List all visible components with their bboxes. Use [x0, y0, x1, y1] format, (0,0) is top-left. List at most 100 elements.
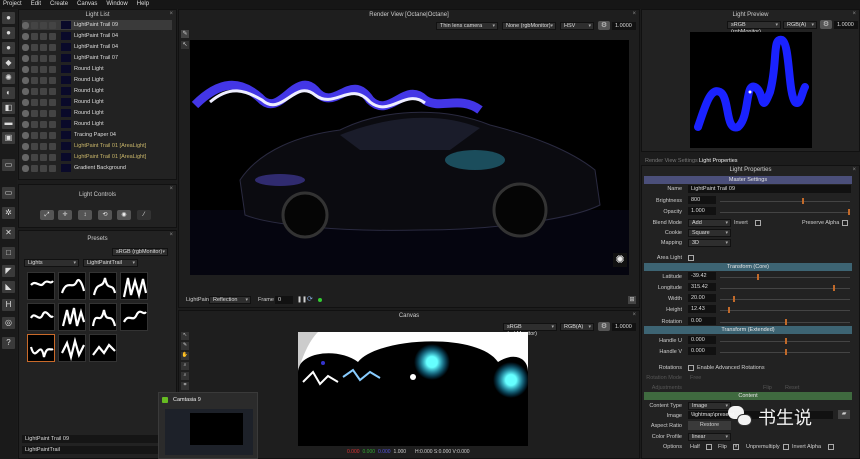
presets-subcategory-select[interactable]: LightPaintTrail: [83, 259, 138, 267]
visibility-icon[interactable]: [22, 142, 29, 150]
brush-icon[interactable]: ⁄: [137, 210, 151, 220]
refresh-icon[interactable]: ⟳: [307, 295, 313, 303]
light-list-item[interactable]: Round Light: [22, 86, 172, 96]
menu-create[interactable]: Create: [47, 0, 74, 9]
gear-icon[interactable]: ⚙: [820, 20, 832, 29]
preset-thumbnail[interactable]: [120, 303, 148, 331]
preset-thumbnail[interactable]: [89, 303, 117, 331]
mute-toggle[interactable]: [49, 131, 56, 139]
lock-toggle[interactable]: [40, 65, 47, 73]
visibility-icon[interactable]: [22, 54, 29, 62]
lock-toggle[interactable]: [40, 131, 47, 139]
menu-edit[interactable]: Edit: [28, 0, 47, 9]
content-type-select[interactable]: Image: [688, 402, 731, 410]
strip-icon[interactable]: ▭: [2, 159, 15, 171]
ring-light-icon[interactable]: ✺: [2, 72, 15, 84]
hand-tool-icon[interactable]: ✋: [181, 352, 189, 360]
preview-exposure-field[interactable]: 1.0000: [834, 21, 858, 29]
menu-project[interactable]: Project: [0, 0, 28, 9]
light-list-item[interactable]: Gradient Background: [22, 163, 172, 173]
preset-thumbnail[interactable]: [58, 303, 86, 331]
solo-toggle[interactable]: [31, 32, 38, 40]
scale-icon[interactable]: ↕: [78, 210, 92, 220]
section-transform-extended[interactable]: Transform (Extended): [644, 326, 852, 334]
exposure-field[interactable]: 1.0000: [612, 22, 636, 30]
preset-thumbnail[interactable]: [89, 272, 117, 300]
help-icon[interactable]: ?: [2, 337, 15, 349]
solo-toggle[interactable]: [31, 164, 38, 172]
pointer-tool-icon[interactable]: ↖: [181, 41, 189, 49]
longitude-slider[interactable]: [720, 285, 850, 291]
mute-toggle[interactable]: [49, 65, 56, 73]
visibility-icon[interactable]: [22, 120, 29, 128]
frame-field[interactable]: 0: [275, 296, 293, 304]
mute-toggle[interactable]: [49, 43, 56, 51]
handle-v-slider[interactable]: [720, 349, 850, 355]
close-icon[interactable]: ✕: [2, 227, 15, 239]
mapping-select[interactable]: 3D: [688, 239, 731, 247]
globe-icon[interactable]: ◎: [2, 317, 15, 329]
preset-thumbnail[interactable]: [58, 272, 86, 300]
hdr-icon[interactable]: H: [2, 299, 15, 311]
solo-toggle[interactable]: [31, 120, 38, 128]
mute-toggle[interactable]: [49, 76, 56, 84]
close-icon[interactable]: ×: [852, 11, 856, 17]
latitude-field[interactable]: -39.42: [688, 272, 716, 280]
spot-light-icon[interactable]: ◐: [2, 87, 15, 99]
visibility-icon[interactable]: [22, 98, 29, 106]
solo-toggle[interactable]: [31, 131, 38, 139]
height-field[interactable]: 12.43: [688, 305, 716, 313]
tracing-icon[interactable]: ◧: [2, 102, 15, 114]
light-list-item[interactable]: LightPaint Trail 07: [22, 53, 172, 63]
light-list-item[interactable]: Round Light: [22, 75, 172, 85]
square-icon[interactable]: □: [2, 247, 15, 259]
mute-toggle[interactable]: [49, 109, 56, 117]
light-list-item[interactable]: Round Light: [22, 64, 172, 74]
brush-tool-icon[interactable]: ✎: [181, 342, 189, 350]
visibility-icon[interactable]: [22, 109, 29, 117]
close-icon[interactable]: ×: [169, 11, 173, 17]
target-icon[interactable]: ◉: [117, 210, 131, 220]
light-list-item[interactable]: LightPaint Trail 04: [22, 42, 172, 52]
half-checkbox[interactable]: [706, 444, 712, 450]
invert-alpha-checkbox[interactable]: [828, 444, 834, 450]
tab-render-view-settings[interactable]: Render View Settings: [645, 158, 698, 164]
brush-tool-icon[interactable]: ✎: [181, 30, 189, 38]
close-icon[interactable]: ×: [632, 312, 636, 318]
presets-category-select[interactable]: Lights: [24, 259, 79, 267]
section-master-settings[interactable]: Master Settings: [644, 176, 852, 184]
lock-toggle[interactable]: [40, 120, 47, 128]
lock-toggle[interactable]: [40, 54, 47, 62]
lock-toggle[interactable]: [40, 109, 47, 117]
lock-toggle[interactable]: [40, 43, 47, 51]
light-list-item[interactable]: Tracing Paper 04: [22, 130, 172, 140]
softbox-icon[interactable]: ◤: [2, 265, 15, 277]
longitude-field[interactable]: 315.42: [688, 283, 716, 291]
latitude-slider[interactable]: [720, 274, 850, 280]
rotate-icon[interactable]: ⟲: [98, 210, 112, 220]
pause-icon[interactable]: ❚❚: [297, 296, 307, 303]
preview-channels-select[interactable]: RGB(A): [783, 21, 817, 29]
mute-toggle[interactable]: [49, 98, 56, 106]
tab-light-properties[interactable]: Light Properties: [699, 158, 738, 164]
preset-thumbnail[interactable]: [27, 272, 55, 300]
light-list-item[interactable]: Round Light: [22, 97, 172, 107]
restore-button[interactable]: Restore: [688, 421, 731, 430]
close-icon[interactable]: ×: [169, 186, 173, 192]
lock-toggle[interactable]: [40, 153, 47, 161]
blend-mode-select[interactable]: Add: [688, 219, 731, 227]
preset-name-field[interactable]: LightPaint Trail 09: [22, 435, 158, 443]
solo-toggle[interactable]: [31, 65, 38, 73]
mute-toggle[interactable]: [49, 164, 56, 172]
light-list-item[interactable]: Round Light: [22, 108, 172, 118]
mute-toggle[interactable]: [49, 32, 56, 40]
menu-window[interactable]: Window: [103, 0, 133, 9]
solo-toggle[interactable]: [31, 153, 38, 161]
expand-icon[interactable]: ⊞: [628, 296, 636, 304]
camera-select[interactable]: Thin lens camera: [436, 22, 498, 30]
invert-checkbox[interactable]: [755, 220, 761, 226]
preview-color-space-select[interactable]: sRGB (rgbMonitor): [727, 21, 781, 35]
color-profile-select[interactable]: linear: [688, 433, 731, 441]
close-icon[interactable]: ×: [632, 11, 636, 17]
area-light-checkbox[interactable]: [688, 255, 694, 261]
